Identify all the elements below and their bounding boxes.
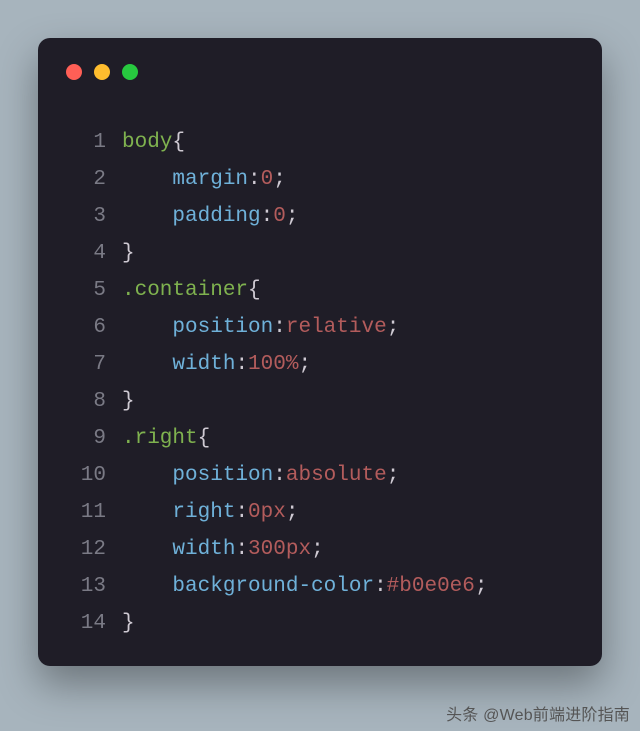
- line-content: width:100%;: [122, 346, 582, 383]
- token-brace-open: {: [198, 427, 211, 450]
- token-selector: .container: [122, 279, 248, 302]
- code-line: 12 width:300px;: [66, 531, 582, 568]
- token-brace-close: }: [122, 242, 135, 265]
- token-colon: :: [273, 316, 286, 339]
- token-value: 0: [273, 205, 286, 228]
- line-content: }: [122, 605, 582, 642]
- line-content: margin:0;: [122, 161, 582, 198]
- token-value: relative: [286, 316, 387, 339]
- indent: [122, 538, 172, 561]
- token-colon: :: [261, 205, 274, 228]
- minimize-icon: [94, 64, 110, 80]
- indent: [122, 168, 172, 191]
- token-property: position: [172, 464, 273, 487]
- token-selector: .right: [122, 427, 198, 450]
- line-content: }: [122, 235, 582, 272]
- token-value: #b0e0e6: [387, 575, 475, 598]
- indent: [122, 353, 172, 376]
- line-number: 4: [66, 235, 106, 272]
- token-colon: :: [273, 464, 286, 487]
- line-content: }: [122, 383, 582, 420]
- token-brace-close: }: [122, 390, 135, 413]
- code-card: 1body{2 margin:0;3 padding:0;4}5.contain…: [38, 38, 602, 666]
- indent: [122, 205, 172, 228]
- token-colon: :: [235, 353, 248, 376]
- token-colon: :: [235, 538, 248, 561]
- token-semicolon: ;: [298, 353, 311, 376]
- line-content: right:0px;: [122, 494, 582, 531]
- token-semicolon: ;: [475, 575, 488, 598]
- token-semicolon: ;: [311, 538, 324, 561]
- line-number: 14: [66, 605, 106, 642]
- token-property: background-color: [172, 575, 374, 598]
- line-content: padding:0;: [122, 198, 582, 235]
- line-content: background-color:#b0e0e6;: [122, 568, 582, 605]
- indent: [122, 575, 172, 598]
- line-content: .container{: [122, 272, 582, 309]
- code-line: 6 position:relative;: [66, 309, 582, 346]
- watermark: 头条 @Web前端进阶指南: [446, 701, 630, 725]
- code-line: 7 width:100%;: [66, 346, 582, 383]
- token-property: right: [172, 501, 235, 524]
- indent: [122, 464, 172, 487]
- token-brace-open: {: [172, 131, 185, 154]
- line-number: 1: [66, 124, 106, 161]
- window-controls: [66, 64, 138, 80]
- indent: [122, 316, 172, 339]
- line-content: position:relative;: [122, 309, 582, 346]
- line-number: 13: [66, 568, 106, 605]
- line-number: 8: [66, 383, 106, 420]
- token-semicolon: ;: [273, 168, 286, 191]
- line-number: 2: [66, 161, 106, 198]
- token-brace-open: {: [248, 279, 261, 302]
- code-line: 9 .right{: [66, 420, 582, 457]
- line-number: 11: [66, 494, 106, 531]
- token-colon: :: [248, 168, 261, 191]
- token-colon: :: [235, 501, 248, 524]
- line-number: 7: [66, 346, 106, 383]
- line-content: body{: [122, 124, 582, 161]
- code-line: 3 padding:0;: [66, 198, 582, 235]
- maximize-icon: [122, 64, 138, 80]
- token-value: 300px: [248, 538, 311, 561]
- token-property: padding: [172, 205, 260, 228]
- code-line: 4}: [66, 235, 582, 272]
- line-number: 10: [66, 457, 106, 494]
- code-line: 10 position:absolute;: [66, 457, 582, 494]
- token-brace-close: }: [122, 612, 135, 635]
- token-selector: body: [122, 131, 172, 154]
- token-value: 0px: [248, 501, 286, 524]
- token-property: width: [172, 353, 235, 376]
- code-line: 8}: [66, 383, 582, 420]
- code-block: 1body{2 margin:0;3 padding:0;4}5.contain…: [38, 124, 602, 646]
- token-value: absolute: [286, 464, 387, 487]
- code-line: 14}: [66, 605, 582, 642]
- code-line: 5 .container{: [66, 272, 582, 309]
- token-value: 100%: [248, 353, 298, 376]
- line-content: width:300px;: [122, 531, 582, 568]
- token-semicolon: ;: [387, 464, 400, 487]
- line-number: 6: [66, 309, 106, 346]
- token-colon: :: [374, 575, 387, 598]
- token-value: 0: [261, 168, 274, 191]
- token-property: margin: [172, 168, 248, 191]
- token-semicolon: ;: [286, 205, 299, 228]
- line-number: 3: [66, 198, 106, 235]
- token-property: width: [172, 538, 235, 561]
- code-line: 11 right:0px;: [66, 494, 582, 531]
- line-content: position:absolute;: [122, 457, 582, 494]
- token-semicolon: ;: [286, 501, 299, 524]
- indent: [122, 501, 172, 524]
- code-line: 13 background-color:#b0e0e6;: [66, 568, 582, 605]
- line-number: 12: [66, 531, 106, 568]
- code-line: 1 body{: [66, 124, 582, 161]
- code-line: 2 margin:0;: [66, 161, 582, 198]
- line-number: 5: [66, 272, 106, 309]
- line-number: 9: [66, 420, 106, 457]
- token-property: position: [172, 316, 273, 339]
- close-icon: [66, 64, 82, 80]
- line-content: .right{: [122, 420, 582, 457]
- token-semicolon: ;: [387, 316, 400, 339]
